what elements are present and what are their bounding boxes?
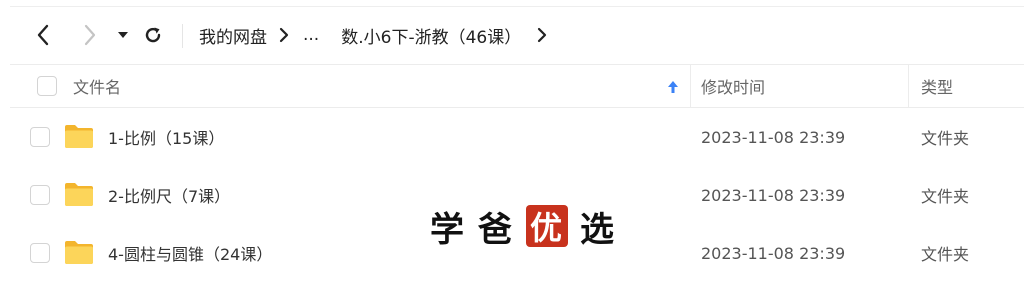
breadcrumb-current[interactable]: 数.小6下-浙教（46课） (341, 23, 521, 48)
refresh-icon (145, 27, 161, 43)
watermark-logo: 学 爸 优 选 (424, 203, 622, 250)
modified-time: 2023-11-08 23:39 (701, 127, 846, 147)
top-divider (10, 6, 1024, 7)
chevron-right-icon (84, 24, 96, 46)
folder-icon (65, 183, 93, 206)
watermark-char: 学 (430, 209, 466, 250)
row-checkbox[interactable] (30, 243, 50, 263)
folder-icon (65, 125, 93, 148)
file-table: 文件名 修改时间 类型 1-比例（15课） 2023-11-08 23:39 文… (10, 64, 1024, 282)
row-checkbox[interactable] (30, 127, 50, 147)
back-button[interactable] (30, 22, 56, 48)
sort-ascending-arrow-icon[interactable] (667, 79, 679, 98)
folder-icon (65, 241, 93, 264)
forward-button[interactable] (77, 22, 103, 48)
caret-down-icon (118, 32, 128, 38)
select-all-checkbox[interactable] (37, 65, 57, 107)
breadcrumb: 我的网盘 ... 数.小6下-浙教（46课） (199, 20, 561, 50)
column-header-name[interactable]: 文件名 (73, 65, 121, 107)
watermark-char: 爸 (478, 209, 514, 250)
chevron-left-icon (37, 24, 49, 46)
column-header-modified[interactable]: 修改时间 (701, 65, 765, 107)
file-type: 文件夹 (921, 129, 970, 148)
breadcrumb-separator-icon (279, 27, 289, 43)
watermark-char: 选 (580, 209, 616, 250)
column-divider[interactable] (908, 65, 909, 107)
breadcrumb-root[interactable]: 我的网盘 (199, 23, 267, 48)
navbar-divider (182, 24, 183, 48)
file-name[interactable]: 2-比例尺（7课） (108, 166, 230, 224)
breadcrumb-expand-icon[interactable] (537, 27, 547, 43)
modified-time: 2023-11-08 23:39 (701, 185, 846, 205)
table-header: 文件名 修改时间 类型 (10, 64, 1024, 108)
refresh-button[interactable] (140, 22, 166, 48)
breadcrumb-ellipsis[interactable]: ... (303, 25, 319, 45)
table-row[interactable]: 1-比例（15课） 2023-11-08 23:39 文件夹 (10, 108, 1024, 166)
file-name[interactable]: 1-比例（15课） (108, 108, 224, 166)
watermark-seal: 优 (526, 205, 568, 247)
column-divider[interactable] (690, 65, 691, 107)
navigation-bar: 我的网盘 ... 数.小6下-浙教（46课） (0, 8, 1024, 64)
file-name[interactable]: 4-圆柱与圆锥（24课） (108, 224, 272, 282)
file-type: 文件夹 (921, 187, 970, 206)
row-checkbox[interactable] (30, 185, 50, 205)
modified-time: 2023-11-08 23:39 (701, 243, 846, 263)
file-type: 文件夹 (921, 245, 970, 264)
history-dropdown-button[interactable] (110, 22, 136, 48)
column-header-type[interactable]: 类型 (921, 65, 953, 107)
